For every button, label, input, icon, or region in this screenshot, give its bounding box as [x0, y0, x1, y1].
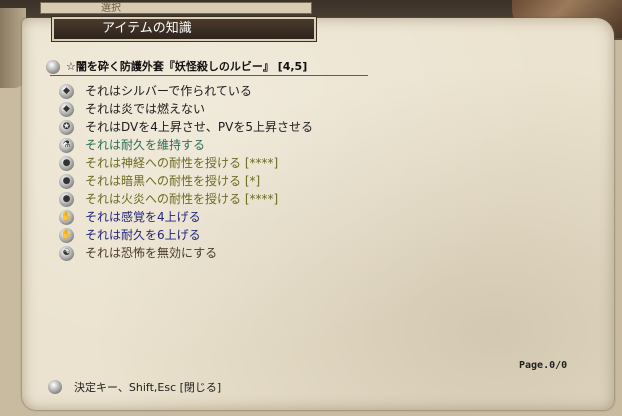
- property-row: ✋ それは感覚を4上げる: [59, 208, 459, 226]
- orb-icon: ●: [59, 174, 74, 189]
- property-text: それは感覚を4上げる: [85, 210, 201, 224]
- property-text: それは炎では燃えない: [85, 102, 206, 116]
- property-text: それはシルバーで作られている: [85, 84, 252, 98]
- flask-icon: ⚗: [59, 138, 74, 153]
- orb-icon: ●: [59, 192, 74, 207]
- footer-hint-text: 決定キー、Shift,Esc [閉じる]: [74, 381, 222, 394]
- item-name: ☆闇を砕く防護外套『妖怪殺しのルビー』 [4,5]: [66, 60, 308, 73]
- background-window-title: 選択: [40, 2, 312, 14]
- hint-bulb-icon: [48, 380, 62, 394]
- orb-icon: ●: [59, 156, 74, 171]
- property-row: ◆ それは炎では燃えない: [59, 100, 459, 118]
- hand-icon: ✋: [59, 210, 74, 225]
- property-row: ● それは神経への耐性を授ける [****]: [59, 154, 459, 172]
- item-name-header: ☆闇を砕く防護外套『妖怪殺しのルビー』 [4,5]: [46, 59, 368, 76]
- property-row: ✋ それは耐久を6上げる: [59, 226, 459, 244]
- property-row: ● それは暗黒への耐性を授ける [*]: [59, 172, 459, 190]
- property-row: ● それは火炎への耐性を授ける [****]: [59, 190, 459, 208]
- diamond-icon: ◆: [59, 102, 74, 117]
- property-text: それは耐久を6上げる: [85, 228, 201, 242]
- property-text: それは神経への耐性を授ける [****]: [85, 156, 279, 170]
- property-text: それは恐怖を無効にする: [85, 246, 218, 260]
- property-row: ☯ それは恐怖を無効にする: [59, 244, 459, 262]
- page-indicator: Page.0/0: [519, 360, 568, 371]
- property-text: それは火炎への耐性を授ける [****]: [85, 192, 279, 206]
- window-title-tab: アイテムの知識: [51, 16, 317, 42]
- diamond-icon: ◆: [59, 84, 74, 99]
- window-title: アイテムの知識: [102, 21, 192, 36]
- item-properties-list: ◆ それはシルバーで作られている ◆ それは炎では燃えない ✪ それはDVを4上…: [59, 82, 459, 262]
- shield-icon: ✪: [59, 120, 74, 135]
- property-row: ◆ それはシルバーで作られている: [59, 82, 459, 100]
- property-text: それはDVを4上昇させ、PVを5上昇させる: [85, 120, 313, 134]
- spirit-icon: ☯: [59, 246, 74, 261]
- property-text: それは暗黒への耐性を授ける [*]: [85, 174, 261, 188]
- hand-icon: ✋: [59, 228, 74, 243]
- background-window-title-text: 選択: [101, 3, 121, 14]
- property-row: ⚗ それは耐久を維持する: [59, 136, 459, 154]
- footer-hint: 決定キー、Shift,Esc [閉じる]: [48, 380, 568, 396]
- bullet-icon: [46, 60, 60, 74]
- property-text: それは耐久を維持する: [85, 138, 206, 152]
- property-row: ✪ それはDVを4上昇させ、PVを5上昇させる: [59, 118, 459, 136]
